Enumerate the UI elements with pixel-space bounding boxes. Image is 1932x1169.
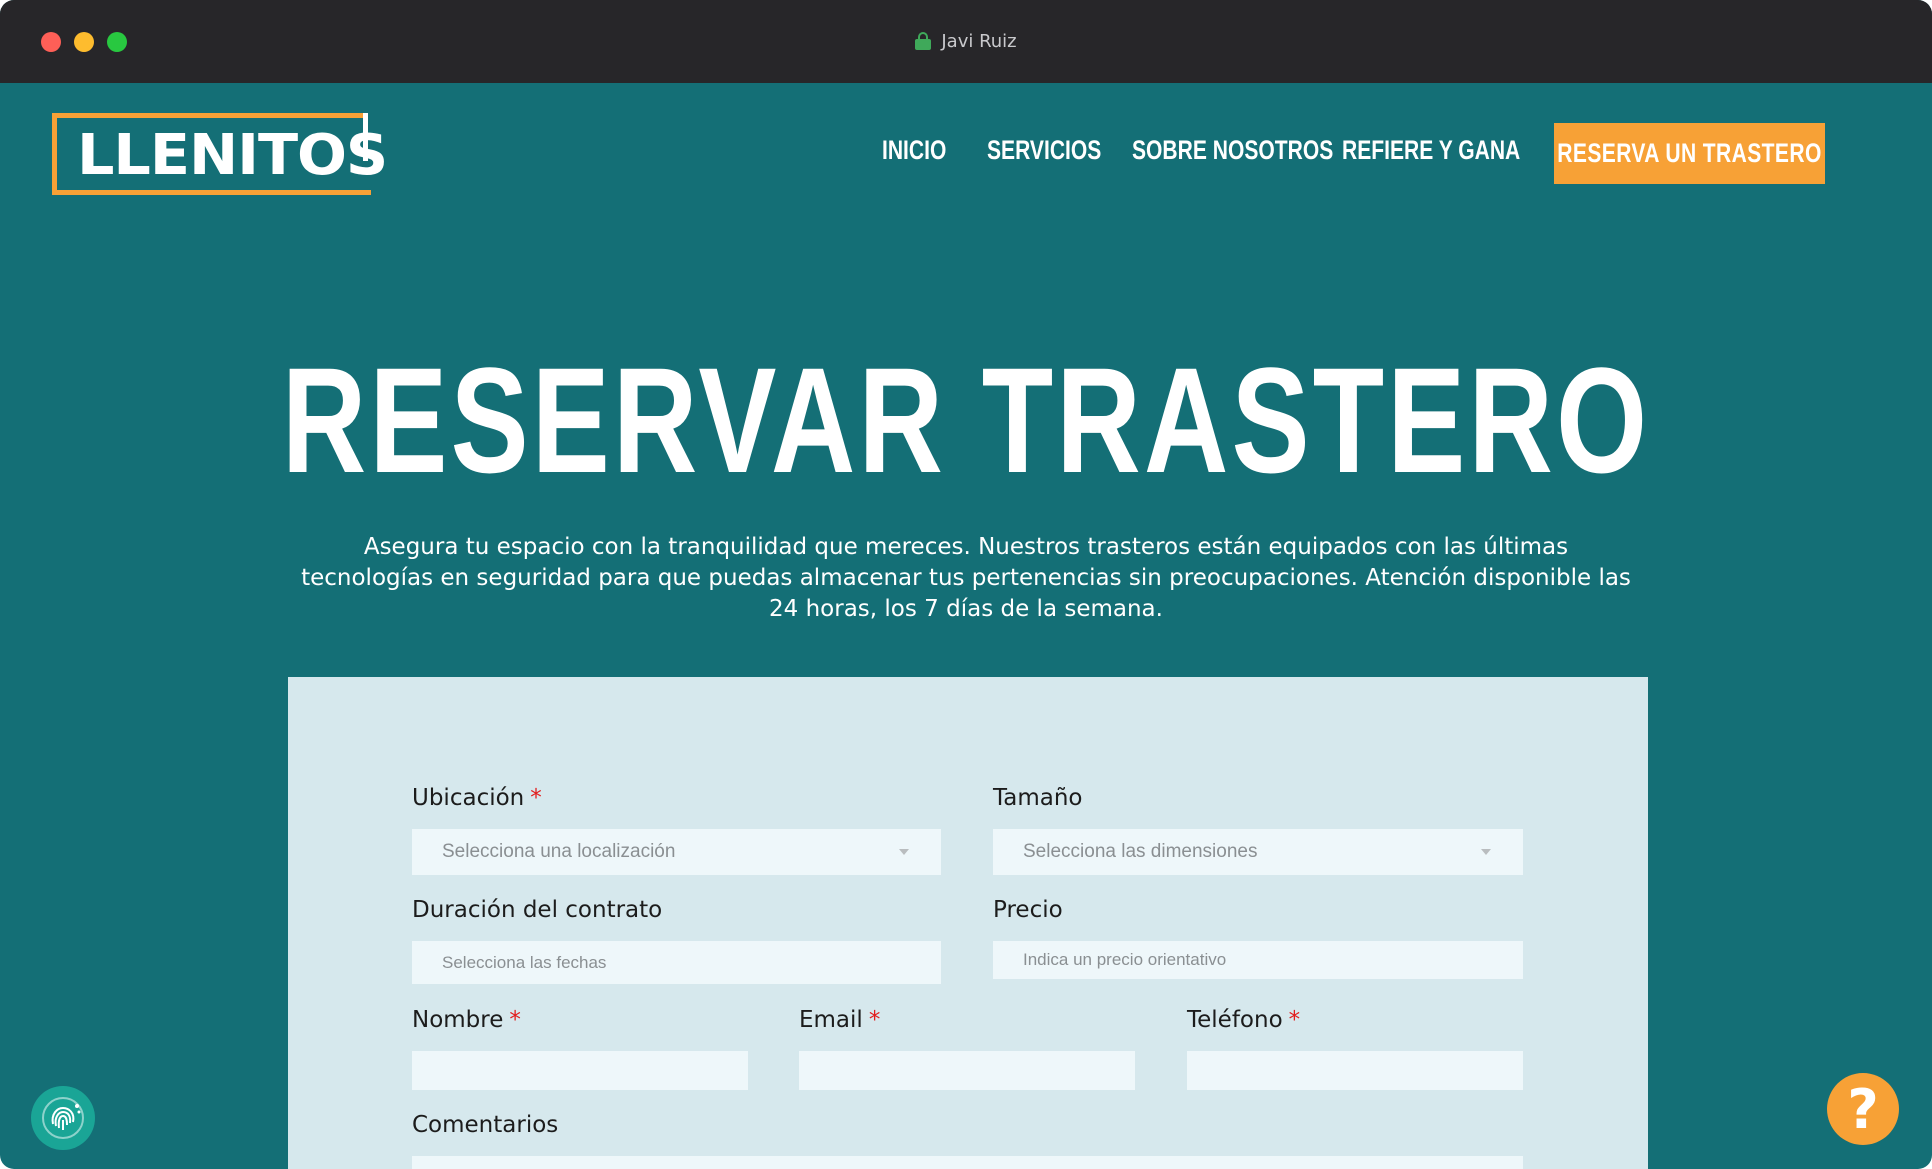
title-bar: Javi Ruiz [0,0,1932,83]
logo-text: LLENITOS [77,123,388,188]
tamano-label: Tamaño [993,785,1083,811]
email-input[interactable] [799,1051,1135,1090]
comentarios-textarea[interactable] [412,1156,1523,1169]
site-logo[interactable]: LLENITOS [52,113,388,195]
fingerprint-icon [42,1097,84,1139]
precio-input[interactable]: Indica un precio orientativo [993,941,1523,979]
reserve-storage-button[interactable]: RESERVA UN TRASTERO [1554,123,1825,184]
tamano-select[interactable]: Selecciona las dimensiones [993,829,1523,875]
chevron-down-icon [899,849,909,855]
page-title: RESERVAR TRASTERO [281,336,1651,504]
chevron-down-icon [1481,849,1491,855]
browser-window: Javi Ruiz LLENITOS INICIO SERVICIOS SOBR… [0,0,1932,1169]
site-header: LLENITOS INICIO SERVICIOS SOBRE NOSOTROS… [0,83,1932,223]
help-button[interactable]: ? [1827,1073,1899,1145]
nav-servicios[interactable]: SERVICIOS [987,135,1134,166]
question-icon: ? [1847,1077,1879,1141]
nombre-input[interactable] [412,1051,748,1090]
address-bar[interactable]: Javi Ruiz [0,27,1932,55]
nombre-label: Nombre * [412,1007,521,1033]
telefono-label: Teléfono * [1187,1007,1301,1033]
window-title: Javi Ruiz [941,30,1017,52]
ubicacion-select[interactable]: Selecciona una localización [412,829,941,875]
booking-form: Ubicación * Selecciona una localización T… [288,677,1648,1169]
precio-label: Precio [993,897,1063,923]
nav-inicio[interactable]: INICIO [882,135,965,166]
duracion-date-field[interactable]: Selecciona las fechas [412,941,941,984]
accessibility-widget-button[interactable] [31,1086,95,1150]
ubicacion-label: Ubicación * [412,785,542,811]
duracion-label: Duración del contrato [412,897,663,923]
email-label: Email * [799,1007,881,1033]
nav-refiere-y-gana[interactable]: REFIERE Y GANA [1342,135,1571,166]
reserve-storage-label: RESERVA UN TRASTERO [1557,138,1822,168]
telefono-input[interactable] [1187,1051,1523,1090]
comentarios-label: Comentarios [412,1112,559,1138]
lock-icon [915,32,932,50]
page-subtitle: Asegura tu espacio con la tranquilidad q… [301,534,1631,622]
